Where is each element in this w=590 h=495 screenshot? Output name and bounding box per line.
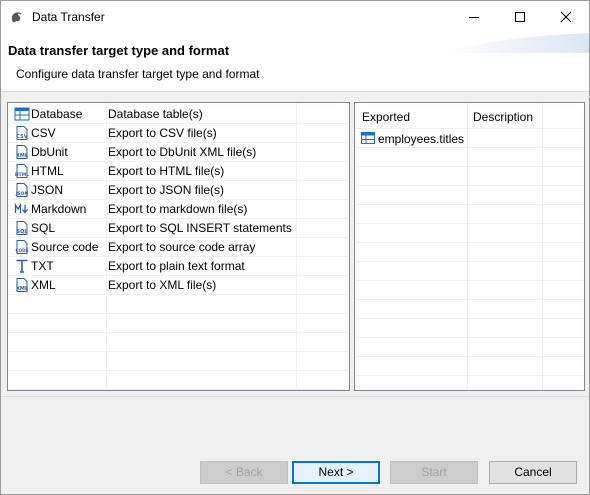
- empty-row: [355, 186, 584, 205]
- format-row-txt[interactable]: TXT Export to plain text format: [8, 257, 349, 276]
- format-name: XML: [31, 278, 56, 292]
- code-file-icon: CODE: [16, 240, 29, 254]
- format-description: Export to markdown file(s): [108, 202, 248, 216]
- format-row-sql[interactable]: SQL SQL Export to SQL INSERT statements: [8, 219, 349, 238]
- text-icon: [16, 259, 28, 273]
- format-row-html[interactable]: HTML HTML Export to HTML file(s): [8, 162, 349, 181]
- format-list[interactable]: Database Database table(s) CSV CSV Expor…: [7, 102, 350, 391]
- empty-row: [355, 205, 584, 224]
- format-name: SQL: [31, 221, 56, 235]
- empty-row: [355, 300, 584, 319]
- wizard-header: Data transfer target type and format Con…: [1, 33, 589, 92]
- maximize-button[interactable]: [497, 1, 543, 33]
- header-decoration: [439, 33, 589, 53]
- minimize-icon: [469, 17, 479, 18]
- format-name: Markdown: [31, 202, 87, 216]
- empty-row: [8, 314, 349, 333]
- format-description: Database table(s): [108, 107, 203, 121]
- format-description: Export to HTML file(s): [108, 164, 225, 178]
- title-bar[interactable]: Data Transfer: [1, 1, 589, 33]
- format-description: Export to plain text format: [108, 259, 245, 273]
- format-name: Database: [31, 107, 83, 121]
- html-file-icon: HTML: [15, 164, 29, 178]
- format-name: HTML: [31, 164, 64, 178]
- empty-row: [8, 295, 349, 314]
- table-icon: [361, 132, 375, 144]
- table-header: Exported Description: [355, 103, 584, 129]
- table-row[interactable]: employees.titles: [355, 128, 584, 148]
- column-header-description[interactable]: Description: [473, 110, 533, 124]
- svg-text:CSV: CSV: [16, 134, 27, 140]
- csv-file-icon: CSV: [16, 126, 28, 140]
- cancel-button[interactable]: Cancel: [489, 461, 577, 484]
- format-row-xml[interactable]: XML XML Export to XML file(s): [8, 276, 349, 295]
- page-description: Configure data transfer target type and …: [16, 67, 260, 81]
- format-row-markdown[interactable]: Markdown Export to markdown file(s): [8, 200, 349, 219]
- back-button[interactable]: < Back: [200, 461, 288, 484]
- empty-row: [355, 338, 584, 357]
- empty-row: [355, 319, 584, 338]
- sql-file-icon: SQL: [16, 221, 28, 235]
- empty-row: [355, 357, 584, 376]
- format-row-csv[interactable]: CSV CSV Export to CSV file(s): [8, 124, 349, 143]
- empty-row: [355, 243, 584, 262]
- svg-text:XML: XML: [16, 153, 29, 159]
- format-description: Export to XML file(s): [108, 278, 217, 292]
- close-button[interactable]: [543, 1, 589, 33]
- format-name: DbUnit: [31, 145, 68, 159]
- empty-row: [355, 262, 584, 281]
- empty-row: [8, 333, 349, 352]
- data-transfer-dialog: Data Transfer Data transfer target type …: [0, 0, 590, 495]
- window-title: Data Transfer: [32, 10, 105, 24]
- xml-file-icon: XML: [16, 278, 29, 292]
- format-name: CSV: [31, 126, 56, 140]
- svg-text:HTML: HTML: [15, 172, 29, 178]
- empty-row: [355, 148, 584, 167]
- svg-text:JSON: JSON: [15, 191, 29, 197]
- page-title: Data transfer target type and format: [8, 43, 230, 58]
- empty-row: [355, 167, 584, 186]
- format-row-database[interactable]: Database Database table(s): [8, 105, 349, 124]
- format-description: Export to source code array: [108, 240, 256, 254]
- format-name: TXT: [31, 259, 54, 273]
- svg-text:XML: XML: [16, 286, 29, 292]
- format-row-source-code[interactable]: CODE Source code Export to source code a…: [8, 238, 349, 257]
- start-button[interactable]: Start: [390, 461, 478, 484]
- empty-row: [355, 281, 584, 300]
- format-row-json[interactable]: JSON JSON Export to JSON file(s): [8, 181, 349, 200]
- svg-text:SQL: SQL: [16, 229, 28, 235]
- empty-row: [8, 352, 349, 371]
- empty-row: [8, 371, 349, 390]
- format-name: Source code: [31, 240, 99, 254]
- footer-separator: [1, 396, 589, 397]
- format-description: Export to SQL INSERT statements: [108, 221, 292, 235]
- column-header-exported[interactable]: Exported: [362, 110, 410, 124]
- empty-row: [355, 224, 584, 243]
- markdown-icon: [14, 202, 28, 214]
- exported-object-name: employees.titles: [378, 132, 465, 146]
- svg-text:CODE: CODE: [16, 248, 29, 253]
- format-description: Export to CSV file(s): [108, 126, 217, 140]
- close-icon: [560, 11, 572, 23]
- json-file-icon: JSON: [15, 183, 29, 197]
- minimize-button[interactable]: [451, 1, 497, 33]
- dbeaver-app-icon: [11, 12, 22, 23]
- next-button[interactable]: Next >: [292, 461, 380, 484]
- database-table-icon: [14, 107, 30, 121]
- maximize-icon: [515, 12, 525, 22]
- format-row-dbunit[interactable]: XML DbUnit Export to DbUnit XML file(s): [8, 143, 349, 162]
- xml-file-icon: XML: [16, 145, 29, 159]
- exported-objects-table[interactable]: Exported Description employees.titles: [354, 102, 585, 391]
- format-description: Export to DbUnit XML file(s): [108, 145, 257, 159]
- format-name: JSON: [31, 183, 64, 197]
- format-description: Export to JSON file(s): [108, 183, 225, 197]
